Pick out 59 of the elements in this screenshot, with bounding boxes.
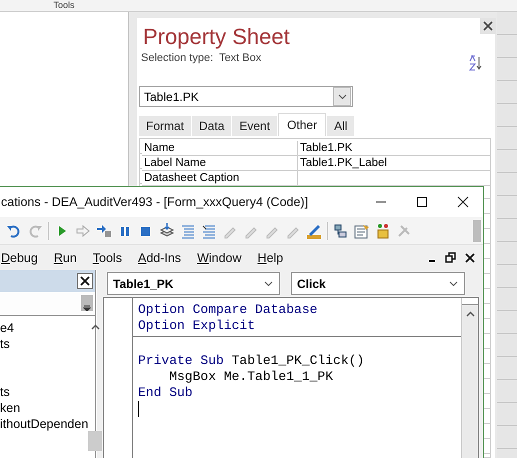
- object-combo-box[interactable]: Table1_PK: [107, 272, 280, 295]
- lines-icon[interactable]: [180, 222, 196, 238]
- box-icon[interactable]: [375, 222, 391, 238]
- undo-icon[interactable]: [6, 222, 22, 238]
- project-tree-item[interactable]: ithoutDependen: [0, 417, 88, 431]
- property-name: Datasheet Caption: [142, 171, 298, 185]
- property-tab[interactable]: Event: [232, 116, 278, 136]
- property-sheet-title: Property Sheet: [143, 23, 290, 51]
- menu-item[interactable]: Add-Ins: [138, 250, 182, 264]
- scroll-up-icon[interactable]: [466, 311, 474, 317]
- code-line: Private Sub Table1_PK_Click(): [137, 353, 366, 369]
- menu-item[interactable]: Run: [54, 250, 77, 264]
- selection-type: Selection type: Text Box: [141, 52, 262, 64]
- property-tab[interactable]: Format: [139, 116, 192, 136]
- menu-item[interactable]: Debug: [1, 250, 38, 264]
- restore-icon[interactable]: [445, 252, 456, 263]
- menu-item[interactable]: Window: [197, 250, 242, 264]
- step-lines-icon[interactable]: [96, 222, 112, 238]
- scroll-thumb[interactable]: [462, 298, 478, 305]
- property-name: Label Name: [142, 156, 298, 170]
- property-value[interactable]: Table1.PK: [298, 141, 490, 155]
- ruler-icon[interactable]: [306, 222, 322, 238]
- close-icon[interactable]: [465, 252, 475, 262]
- project-tree-item[interactable]: ken: [0, 401, 20, 415]
- dropdown-icon: [449, 280, 458, 286]
- dropdown-icon: [338, 94, 346, 100]
- properties-icon[interactable]: [354, 222, 370, 238]
- menu-item[interactable]: Help: [258, 250, 284, 264]
- scroll-thumb[interactable]: [88, 431, 102, 451]
- close-icon[interactable]: [80, 276, 90, 286]
- diagram-icon[interactable]: [333, 222, 349, 238]
- sort-icon[interactable]: [469, 54, 483, 72]
- close-icon[interactable]: [457, 196, 469, 208]
- toolbar-grip[interactable]: [473, 220, 481, 242]
- menu-item[interactable]: Tools: [92, 250, 122, 264]
- project-tree-item[interactable]: ts: [0, 337, 10, 351]
- procedure-combo-box[interactable]: Click: [291, 272, 465, 295]
- stack-icon[interactable]: [159, 222, 175, 238]
- code-line: Option Compare Database: [137, 302, 318, 318]
- close-icon[interactable]: [483, 21, 493, 31]
- property-tab[interactable]: Data: [192, 116, 232, 136]
- project-tree-item[interactable]: ts: [0, 385, 10, 399]
- text-cursor: [138, 401, 139, 417]
- scroll-arrow-icon[interactable]: [83, 305, 91, 311]
- property-name: Name: [142, 141, 298, 155]
- property-value[interactable]: Table1.PK_Label: [298, 156, 490, 170]
- code-line: Option Explicit: [137, 318, 256, 334]
- scroll-up-icon[interactable]: [90, 324, 100, 330]
- window-title: cations - DEA_AuditVer493 - [Form_xxxQuery4 (Code)]: [1, 195, 308, 209]
- property-tab[interactable]: Other: [278, 113, 326, 136]
- object-combo-box[interactable]: Table1.PK: [139, 86, 353, 107]
- lines-icon[interactable]: [201, 222, 217, 238]
- code-line: End Sub: [137, 385, 194, 401]
- property-tab[interactable]: All: [327, 116, 354, 136]
- maximize-icon[interactable]: [416, 196, 428, 208]
- ribbon-group-label: Tools: [53, 0, 74, 11]
- code-line: MsgBox Me.Table1_1_PK: [168, 369, 334, 385]
- dropdown-icon: [264, 280, 273, 286]
- project-tree-item[interactable]: e4: [0, 321, 14, 335]
